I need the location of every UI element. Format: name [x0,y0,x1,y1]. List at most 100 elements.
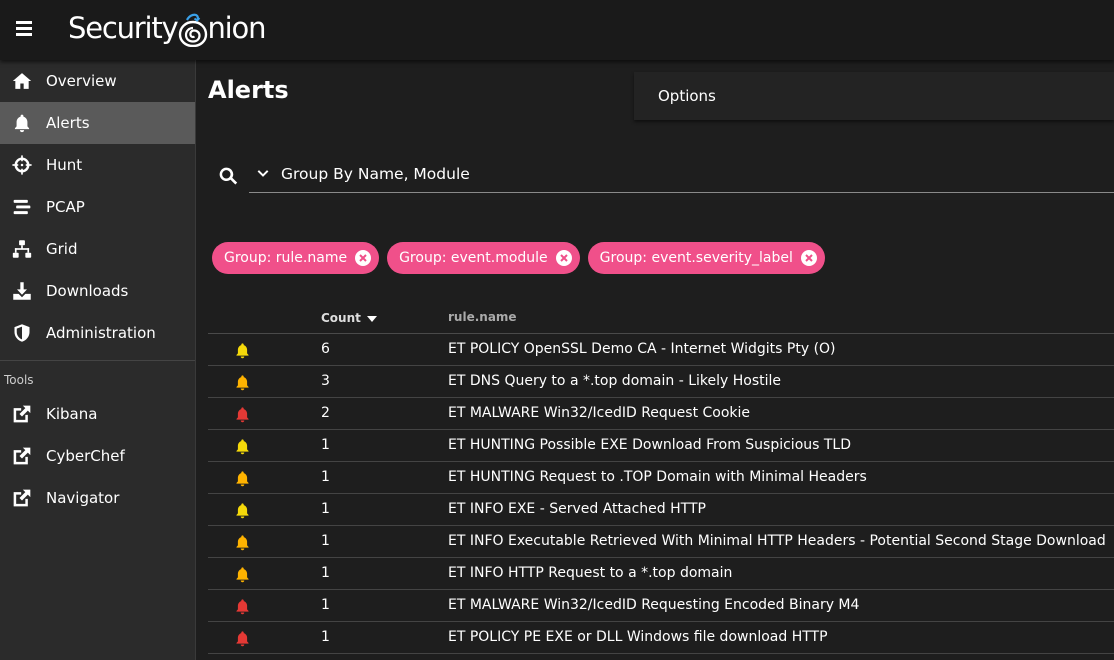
search-icon[interactable] [218,166,238,186]
alerts-table: Count rule.name 6 ET POLICY OpenSSL Demo … [208,301,1114,654]
table-row[interactable]: 6 ET POLICY OpenSSL Demo CA - Internet Wi… [208,334,1114,366]
count-cell: 1 [321,469,330,485]
onion-logo-icon [178,13,208,48]
sidebar-item-label: Alerts [46,114,90,132]
sidebar-item-label: Overview [46,72,117,90]
group-chip-event-module[interactable]: Group: event.module [387,242,580,274]
crosshairs-icon [11,154,33,176]
rule-name-cell: ET HUNTING Possible EXE Download From Su… [448,437,852,453]
sidebar-item-label: Hunt [46,156,83,174]
count-cell: 1 [321,501,330,517]
close-circle-icon[interactable] [800,250,817,266]
options-label: Options [658,87,716,105]
chevron-down-icon[interactable] [253,164,273,184]
rule-name-cell: ET HUNTING Request to .TOP Domain with M… [448,469,867,485]
external-link-icon [11,445,33,467]
table-row[interactable]: 1 ET HUNTING Possible EXE Download From S… [208,430,1114,462]
sidebar-item-label: Administration [46,324,156,342]
sidebar-item-label: Downloads [46,282,129,300]
group-chips: Group: rule.name Group: event.module Gro… [212,242,825,274]
network-icon [11,238,33,260]
stream-icon [11,196,33,218]
table-row[interactable]: 1 ET INFO EXE - Served Attached HTTP [208,494,1114,526]
rule-name-cell: ET INFO EXE - Served Attached HTTP [448,501,706,517]
table-row[interactable]: 1 ET POLICY PE EXE or DLL Windows file do… [208,622,1114,654]
rule-name-cell: ET MALWARE Win32/IcedID Requesting Encod… [448,597,860,613]
close-circle-icon[interactable] [355,250,372,266]
table-row[interactable]: 1 ET INFO Executable Retrieved With Minim… [208,526,1114,558]
column-header-count[interactable]: Count [321,310,378,325]
bell-icon[interactable] [234,598,251,615]
sidebar-item-alerts[interactable]: Alerts [0,102,195,144]
page-title: Alerts [208,76,289,104]
external-link-icon [11,403,33,425]
column-header-rule-name[interactable]: rule.name [448,310,517,324]
chip-label: Group: rule.name [224,250,348,266]
sidebar-item-overview[interactable]: Overview [0,60,195,102]
external-link-icon [11,487,33,509]
bell-icon[interactable] [234,470,251,487]
count-cell: 1 [321,565,330,581]
logo-text-security: Security [68,11,179,45]
bell-icon[interactable] [234,566,251,583]
table-body: 6 ET POLICY OpenSSL Demo CA - Internet Wi… [208,334,1114,654]
sidebar-item-pcap[interactable]: PCAP [0,186,195,228]
bell-icon[interactable] [234,374,251,391]
group-chip-rule-name[interactable]: Group: rule.name [212,242,380,274]
column-header-label: Count [321,310,361,325]
close-circle-icon[interactable] [555,250,572,266]
menu-icon[interactable] [16,20,34,36]
table-row[interactable]: 2 ET MALWARE Win32/IcedID Request Cookie [208,398,1114,430]
sidebar-item-administration[interactable]: Administration [0,312,195,354]
sidebar-item-grid[interactable]: Grid [0,228,195,270]
bell-icon[interactable] [234,534,251,551]
query-field [249,156,1114,193]
security-onion-logo[interactable]: Security nion [68,6,267,50]
sidebar-divider [0,360,195,361]
chip-label: Group: event.severity_label [599,250,793,266]
table-row[interactable]: 1 ET HUNTING Request to .TOP Domain with … [208,462,1114,494]
bell-icon[interactable] [234,406,251,423]
table-row[interactable]: 3 ET DNS Query to a *.top domain - Likely… [208,366,1114,398]
count-cell: 1 [321,629,330,645]
group-chip-event-severity-label[interactable]: Group: event.severity_label [587,242,825,274]
count-cell: 2 [321,405,330,421]
download-icon [11,280,33,302]
sidebar-item-navigator[interactable]: Navigator [0,477,195,519]
rule-name-cell: ET INFO HTTP Request to a *.top domain [448,565,733,581]
shield-icon [11,322,33,344]
count-cell: 1 [321,597,330,613]
sidebar: Overview Alerts Hunt PCAP Grid Downloads… [0,60,196,660]
sidebar-item-label: Grid [46,240,78,258]
sidebar-item-label: CyberChef [46,447,125,465]
count-cell: 1 [321,437,330,453]
sort-desc-icon [366,316,377,322]
count-cell: 1 [321,533,330,549]
tools-section-label: Tools [4,373,34,387]
chip-label: Group: event.module [399,250,548,266]
query-input[interactable] [281,165,1081,183]
rule-name-cell: ET INFO Executable Retrieved With Minima… [448,533,1106,549]
main-content: Alerts Options Group: rule.name Group: e… [196,60,1114,660]
table-header: Count rule.name [208,301,1114,334]
logo-text-nion: nion [207,11,267,45]
sidebar-item-downloads[interactable]: Downloads [0,270,195,312]
top-app-bar: Security nion [0,0,1114,60]
rule-name-cell: ET POLICY PE EXE or DLL Windows file dow… [448,629,828,645]
count-cell: 6 [321,341,330,357]
home-icon [11,70,33,92]
sidebar-item-kibana[interactable]: Kibana [0,393,195,435]
rule-name-cell: ET POLICY OpenSSL Demo CA - Internet Wid… [448,341,836,357]
bell-icon[interactable] [234,630,251,647]
table-row[interactable]: 1 ET INFO HTTP Request to a *.top domain [208,558,1114,590]
rule-name-cell: ET DNS Query to a *.top domain - Likely … [448,373,781,389]
bell-icon[interactable] [234,342,251,359]
options-expander[interactable]: Options [634,72,1114,120]
sidebar-item-label: Kibana [46,405,98,423]
count-cell: 3 [321,373,330,389]
sidebar-item-hunt[interactable]: Hunt [0,144,195,186]
bell-icon[interactable] [234,502,251,519]
table-row[interactable]: 1 ET MALWARE Win32/IcedID Requesting Enco… [208,590,1114,622]
sidebar-item-cyberchef[interactable]: CyberChef [0,435,195,477]
bell-icon[interactable] [234,438,251,455]
